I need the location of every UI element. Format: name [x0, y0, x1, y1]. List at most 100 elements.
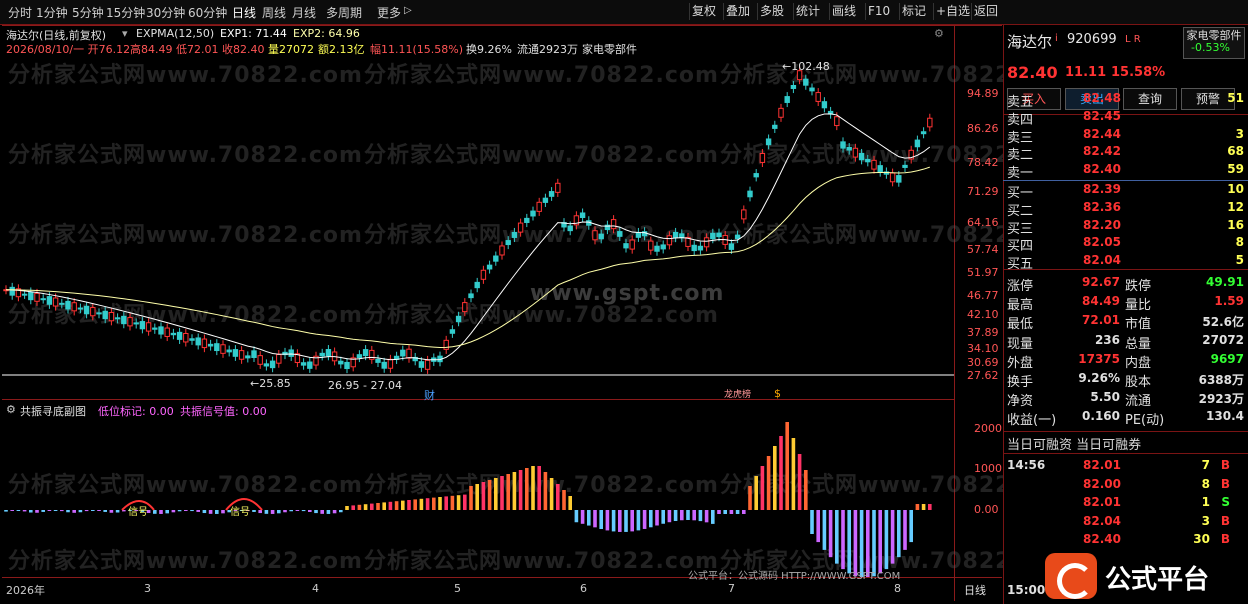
candle-body — [21, 293, 28, 296]
date-axis-label: 5 — [454, 582, 461, 595]
oscillator-bar — [630, 510, 634, 532]
trade-side: B — [1220, 532, 1230, 547]
oscillator-bar — [562, 490, 566, 510]
trade-price: 82.40 — [1083, 532, 1121, 547]
period-tab-weekly[interactable]: 周线 — [262, 4, 286, 21]
oscillator-bar — [258, 510, 262, 514]
oscillator-bar — [165, 510, 169, 514]
oscillator-bar — [78, 510, 83, 513]
candle-body — [65, 300, 71, 310]
candle-body — [505, 240, 511, 246]
oscillator-bar — [605, 510, 610, 531]
oscillator-bar — [884, 510, 889, 570]
orderbook-volume: 8 — [1235, 235, 1244, 250]
oscillator-bar — [624, 510, 628, 532]
orderbook-price: 82.36 — [1083, 199, 1121, 214]
add-watchlist-button[interactable]: +自选 — [933, 3, 972, 20]
oscillator-bar — [47, 510, 52, 511]
period-tab-15min[interactable]: 15分钟 — [106, 4, 145, 21]
candle-body — [474, 281, 480, 289]
mark-button[interactable]: 标记 — [899, 3, 928, 20]
event-dragon-tiger-marker[interactable]: 龙虎榜 — [724, 387, 751, 400]
oscillator-bar — [549, 478, 554, 510]
stats-button[interactable]: 统计 — [793, 3, 822, 20]
event-dividend-marker[interactable]: $ — [774, 387, 781, 400]
trade-side: S — [1221, 495, 1230, 510]
oscillator-bar — [742, 510, 746, 514]
stat-value: 9697 — [1210, 351, 1244, 366]
oscillator-bar — [35, 510, 39, 513]
price-axis-label: 64.16 — [967, 216, 999, 229]
multi-stock-button[interactable]: 多股 — [757, 3, 786, 20]
oscillator-bar — [580, 510, 585, 524]
oscillator-bar — [754, 476, 758, 510]
candle-body — [307, 361, 313, 369]
oscillator-bar — [401, 500, 405, 510]
logo-icon — [1045, 553, 1097, 599]
period-tab-multi[interactable]: 多周期 — [326, 4, 362, 21]
candle-body — [300, 362, 307, 366]
oscillator-bar — [897, 510, 901, 558]
candle-body — [548, 191, 555, 197]
overlay-button[interactable]: 叠加 — [723, 3, 752, 20]
candle-body — [747, 190, 753, 198]
more-arrow-icon[interactable]: ▷ — [404, 5, 412, 16]
candle-body — [127, 317, 133, 327]
oscillator-bar — [773, 446, 777, 510]
f10-button[interactable]: F10 — [865, 3, 892, 20]
stat-label: 总量 — [1125, 336, 1152, 352]
period-tab-60min[interactable]: 60分钟 — [188, 4, 227, 21]
candle-body — [400, 349, 406, 357]
oscillator-bar — [835, 510, 839, 564]
signal-tag: 信号 — [230, 507, 250, 518]
period-tab-5min[interactable]: 5分钟 — [72, 4, 104, 21]
candle-body — [338, 360, 344, 365]
candle-body — [121, 315, 127, 325]
candle-body — [145, 322, 152, 332]
kline-chart-area[interactable]: 分析家公式网www.70822.com 分析家公式网www.70822.com … — [2, 25, 1074, 601]
price-axis-label: 94.89 — [967, 87, 999, 100]
bottom-time: 15:00 — [1007, 583, 1046, 597]
price-axis-label: 27.62 — [967, 369, 999, 382]
orderbook-label: 卖一 — [1007, 166, 1034, 182]
oscillator-bar — [16, 510, 21, 511]
candle-body — [654, 245, 660, 252]
candle-body — [102, 310, 108, 320]
price-axis-label: 78.42 — [967, 156, 999, 169]
oscillator-bar — [729, 510, 734, 514]
candle-body — [784, 96, 790, 103]
orderbook-label: 卖四 — [1007, 112, 1034, 128]
candle-body — [226, 349, 232, 353]
oscillator-bar — [804, 470, 808, 510]
candle-body — [133, 322, 139, 325]
period-tab-1min[interactable]: 1分钟 — [36, 4, 68, 21]
oscillator-bar — [419, 498, 424, 510]
candle-body — [114, 317, 121, 320]
stat-label: 流通 — [1125, 394, 1152, 410]
timeframe-label[interactable]: 日线 — [964, 582, 986, 598]
candle-body — [189, 338, 195, 341]
candle-body — [46, 296, 53, 305]
oscillator-bar — [890, 510, 895, 564]
oscillator-bar — [295, 510, 300, 511]
period-tab-30min[interactable]: 30分钟 — [146, 4, 185, 21]
logo-text: 公式平台 — [1105, 565, 1210, 595]
period-tab-more[interactable]: 更多 — [377, 4, 401, 21]
query-button[interactable]: 查询 — [1123, 88, 1177, 110]
period-tab-daily[interactable]: 日线 — [232, 4, 256, 21]
adjust-button[interactable]: 复权 — [689, 3, 718, 20]
oscillator-bar — [277, 510, 281, 514]
back-button[interactable]: 返回 — [971, 3, 1000, 20]
candle-body — [635, 231, 642, 238]
candle-body — [158, 326, 164, 335]
period-tab-monthly[interactable]: 月线 — [292, 4, 316, 21]
stock-code: 920699 — [1067, 32, 1117, 47]
candle-body — [59, 302, 65, 305]
oscillator-bar — [667, 510, 672, 523]
oscillator-bar — [642, 510, 647, 529]
candle-body — [660, 244, 666, 250]
period-tab-timeshare[interactable]: 分时 — [8, 4, 32, 21]
candle-body — [524, 217, 530, 223]
draw-line-button[interactable]: 画线 — [829, 3, 858, 20]
orderbook-label: 卖三 — [1007, 130, 1034, 146]
